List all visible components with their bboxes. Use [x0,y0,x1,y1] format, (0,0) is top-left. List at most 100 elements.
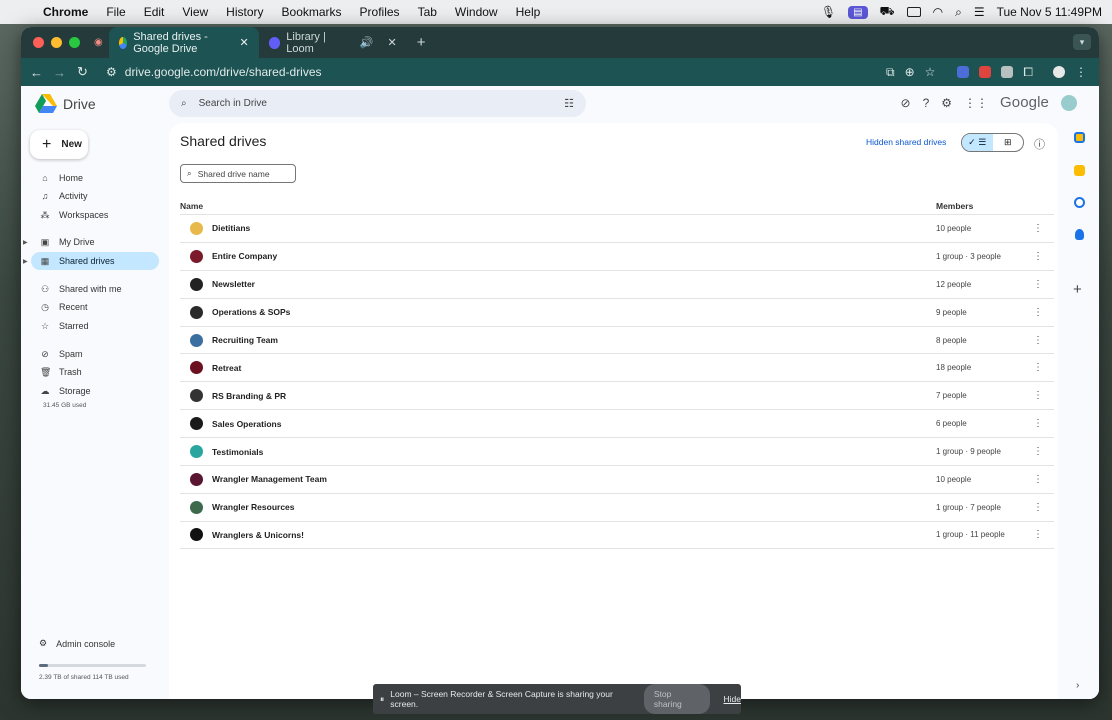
shared-drive-name[interactable]: Wrangler Resources [212,502,295,512]
more-actions-icon[interactable]: ⋮ [1033,251,1043,262]
shared-drive-row[interactable]: Wrangler Resources 1 group · 7 people ⋮ [180,492,1054,521]
shared-drive-row[interactable]: Testimonials 1 group · 9 people ⋮ [180,437,1054,465]
tab-shared-drives[interactable]: Shared drives - Google Drive ✕ [108,27,259,58]
shared-drive-name[interactable]: Newsletter [212,279,255,289]
nav-my-drive[interactable]: ▣ My Drive [31,233,159,251]
back-icon[interactable]: ← [25,65,48,80]
nav-starred[interactable]: ☆ Starred [31,317,159,335]
tasks-icon[interactable] [1074,197,1085,208]
minimize-window-icon[interactable] [51,37,62,48]
url-text[interactable]: drive.google.com/drive/shared-drives [125,65,322,79]
spotlight-search-icon[interactable]: ⌕ [955,5,962,20]
expand-shared-drives-icon[interactable]: ▶ [23,258,28,265]
help-icon[interactable]: ? [923,96,930,110]
menu-edit[interactable]: Edit [135,5,174,19]
reload-icon[interactable]: ↻ [71,64,94,80]
zoom-window-icon[interactable] [69,37,80,48]
menu-profiles[interactable]: Profiles [351,5,409,19]
more-actions-icon[interactable]: ⋮ [1033,502,1043,513]
account-avatar[interactable] [1061,94,1077,111]
shared-drive-name[interactable]: Wranglers & Unicorns! [212,530,304,540]
car-icon[interactable]: ⛟ [880,4,895,20]
more-actions-icon[interactable]: ⋮ [1033,279,1043,290]
expand-my-drive-icon[interactable]: ▶ [23,239,28,246]
menu-app-name[interactable]: Chrome [34,5,97,19]
column-name[interactable]: Name [180,201,203,211]
menu-history[interactable]: History [217,5,272,19]
new-tab-icon[interactable]: + [417,34,426,51]
more-actions-icon[interactable]: ⋮ [1033,529,1043,540]
hidden-shared-drives-link[interactable]: Hidden shared drives [866,137,946,147]
close-window-icon[interactable] [33,37,44,48]
more-actions-icon[interactable]: ⋮ [1033,223,1043,234]
shared-drive-row[interactable]: Retreat 18 people ⋮ [180,353,1054,381]
search-options-icon[interactable]: ☷ [564,97,574,110]
new-button[interactable]: + New [30,130,88,159]
shared-drive-name[interactable]: RS Branding & PR [212,391,286,401]
nav-home[interactable]: ⌂ Home [31,169,159,187]
nav-trash[interactable]: 🗑 Trash [31,363,159,381]
column-members[interactable]: Members [936,201,973,211]
tab-search-icon[interactable]: ▾ [1073,34,1091,50]
chevron-right-icon[interactable]: › [1076,680,1079,691]
drive-search-bar[interactable]: ⌕ Search in Drive ☷ [169,90,586,117]
shared-drive-name[interactable]: Testimonials [212,447,263,457]
apps-grid-icon[interactable]: ⋮⋮ [964,96,988,110]
grid-view-button[interactable]: ⊞ [993,134,1024,151]
shared-drive-name[interactable]: Operations & SOPs [212,307,290,317]
menu-window[interactable]: Window [446,5,507,19]
shared-drive-row[interactable]: RS Branding & PR 7 people ⋮ [180,381,1054,409]
bookmark-star-icon[interactable]: ☆ [925,65,936,79]
list-view-button[interactable]: ✓ ☰ [962,134,993,151]
shared-drive-row[interactable]: Entire Company 1 group · 3 people ⋮ [180,241,1054,270]
stop-sharing-button[interactable]: Stop sharing [643,684,710,714]
offline-ready-icon[interactable]: ⊘ [901,96,911,110]
speaker-icon[interactable]: 🔊 [360,36,374,49]
shared-drive-name[interactable]: Retreat [212,363,241,373]
more-actions-icon[interactable]: ⋮ [1033,446,1043,457]
hide-button[interactable]: Hide [724,694,741,704]
microphone-icon[interactable]: 🎙 [821,5,836,19]
more-actions-icon[interactable]: ⋮ [1033,335,1043,346]
shared-drive-name[interactable]: Entire Company [212,251,277,261]
profile-icon[interactable] [1053,66,1065,78]
menu-view[interactable]: View [173,5,217,19]
chrome-menu-icon[interactable]: ⋮ [1075,65,1087,79]
loom-extension-icon[interactable] [979,66,992,78]
menu-tab[interactable]: Tab [409,5,446,19]
shared-drive-row[interactable]: Wrangler Management Team 10 people ⋮ [180,465,1054,493]
extensions-puzzle-icon[interactable]: ⧠ [1023,65,1033,80]
settings-gear-icon[interactable]: ⚙ [941,96,952,110]
info-icon[interactable]: ⓘ [1034,136,1045,152]
contacts-icon[interactable] [1075,229,1084,240]
nav-shared-drives[interactable]: ▦ Shared drives [31,252,159,270]
more-actions-icon[interactable]: ⋮ [1033,418,1043,429]
cast-icon[interactable]: ⧉ [886,65,895,80]
menu-help[interactable]: Help [507,5,550,19]
nav-spam[interactable]: ⊘ Spam [31,345,159,363]
nav-shared-with-me[interactable]: ⚇ Shared with me [31,280,159,298]
more-actions-icon[interactable]: ⋮ [1033,362,1043,373]
shared-drive-name[interactable]: Wrangler Management Team [212,474,327,484]
shared-drive-row[interactable]: Sales Operations 6 people ⋮ [180,409,1054,437]
shared-drive-name[interactable]: Sales Operations [212,419,281,429]
more-actions-icon[interactable]: ⋮ [1033,474,1043,485]
tab-loom-library[interactable]: Library | Loom 🔊 ✕ [259,27,407,58]
nav-recent[interactable]: ◷ Recent [31,298,159,316]
shared-drive-row[interactable]: Operations & SOPs 9 people ⋮ [180,297,1054,326]
forward-icon[interactable]: → [48,65,71,80]
close-tab-icon[interactable]: ✕ [240,36,249,49]
drive-logo[interactable]: Drive [35,94,96,113]
clock[interactable]: Tue Nov 5 11:49PM [997,5,1102,19]
shared-drive-row[interactable]: Newsletter 12 people ⋮ [180,269,1054,298]
add-addon-icon[interactable]: + [1073,281,1082,298]
extension-icon[interactable] [957,66,970,78]
more-actions-icon[interactable]: ⋮ [1033,390,1043,401]
shared-drive-row[interactable]: Wranglers & Unicorns! 1 group · 11 people… [180,520,1054,549]
wifi-icon[interactable]: ◠ [933,5,943,19]
more-actions-icon[interactable]: ⋮ [1033,307,1043,318]
search-icon[interactable]: ⌕ [181,98,187,109]
calendar-icon[interactable] [1074,132,1085,143]
shared-drive-row[interactable]: Recruiting Team 8 people ⋮ [180,325,1054,354]
keep-icon[interactable] [1074,165,1085,176]
